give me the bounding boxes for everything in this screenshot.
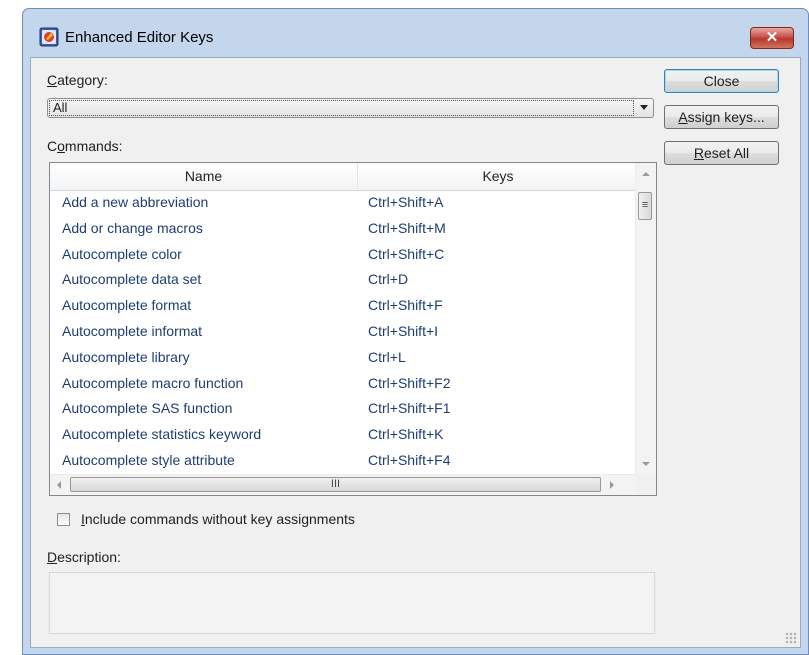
command-name-cell: Autocomplete style attribute bbox=[62, 451, 235, 468]
assign-keys-button[interactable]: Assign keys... bbox=[664, 105, 779, 129]
command-keys-cell: Ctrl+D bbox=[368, 271, 409, 288]
dialog-client: Category: All Close Assign keys... Reset… bbox=[30, 57, 801, 648]
dialog-window: Enhanced Editor Keys ✕ Category: All Clo… bbox=[22, 8, 809, 655]
commands-table[interactable]: Name Keys Add a new abbreviation Ctrl+Shi… bbox=[49, 162, 657, 496]
description-box bbox=[49, 572, 655, 634]
include-commands-checkbox[interactable] bbox=[57, 513, 70, 526]
table-row[interactable]: Autocomplete data set Ctrl+D bbox=[50, 267, 638, 293]
command-keys-cell: Ctrl+Shift+F4 bbox=[368, 451, 451, 468]
scroll-left-icon[interactable] bbox=[57, 481, 61, 489]
category-focus-rect bbox=[49, 100, 634, 116]
description-label: Description: bbox=[47, 549, 121, 565]
close-button[interactable]: Close bbox=[664, 69, 779, 93]
command-name-cell: Add a new abbreviation bbox=[62, 194, 209, 210]
command-name-cell: Autocomplete color bbox=[62, 245, 182, 262]
command-name-cell: Autocomplete data set bbox=[62, 271, 202, 288]
resize-grip-icon[interactable] bbox=[785, 632, 797, 644]
table-row[interactable]: Autocomplete color Ctrl+Shift+C bbox=[50, 242, 638, 268]
reset-all-button[interactable]: Reset All bbox=[664, 141, 779, 165]
scroll-corner bbox=[636, 475, 656, 495]
commands-label: Commands: bbox=[47, 138, 123, 154]
command-name-cell: Autocomplete statistics keyword bbox=[62, 426, 262, 443]
command-keys-cell: Ctrl+Shift+M bbox=[368, 219, 446, 236]
table-row[interactable]: Autocomplete informat Ctrl+Shift+I bbox=[50, 319, 638, 345]
include-commands-label[interactable]: Include commands without key assignments bbox=[81, 511, 355, 527]
column-header-keys[interactable]: Keys bbox=[358, 163, 638, 190]
command-keys-cell: Ctrl+Shift+F1 bbox=[368, 400, 451, 417]
command-keys-cell: Ctrl+Shift+F bbox=[368, 297, 443, 314]
close-window-button[interactable]: ✕ bbox=[750, 27, 794, 49]
scroll-right-icon[interactable] bbox=[610, 481, 614, 489]
category-dropdown[interactable]: All bbox=[47, 98, 654, 118]
vertical-scroll-thumb[interactable]: ≡ bbox=[638, 192, 652, 220]
scroll-down-icon[interactable] bbox=[642, 462, 650, 466]
command-keys-cell: Ctrl+Shift+I bbox=[368, 322, 439, 339]
horizontal-scroll-thumb[interactable]: III bbox=[70, 477, 601, 492]
table-row[interactable]: Add or change macros Ctrl+Shift+M bbox=[50, 216, 638, 242]
chevron-down-icon[interactable] bbox=[640, 105, 648, 110]
table-row[interactable]: Autocomplete statistics keyword Ctrl+Shif… bbox=[50, 422, 638, 448]
command-keys-cell: Ctrl+Shift+F2 bbox=[368, 374, 451, 391]
table-row[interactable]: Autocomplete SAS function Ctrl+Shift+F1 bbox=[50, 396, 638, 422]
command-keys-cell: Ctrl+L bbox=[368, 348, 406, 365]
table-row[interactable]: Add a new abbreviation Ctrl+Shift+A bbox=[50, 190, 638, 216]
app-icon bbox=[39, 27, 59, 47]
command-keys-cell: Ctrl+Shift+C bbox=[368, 245, 445, 262]
window-title: Enhanced Editor Keys bbox=[65, 29, 214, 46]
command-name-cell: Autocomplete SAS function bbox=[62, 400, 233, 417]
command-name-cell: Autocomplete format bbox=[62, 297, 192, 314]
grip-icon: III bbox=[330, 478, 341, 490]
close-icon: ✕ bbox=[765, 29, 779, 46]
command-name-cell: Add or change macros bbox=[62, 219, 203, 236]
command-name-cell: Autocomplete informat bbox=[62, 322, 203, 339]
command-keys-cell: Ctrl+Shift+A bbox=[368, 194, 444, 210]
horizontal-scrollbar[interactable]: III bbox=[50, 474, 638, 495]
table-body: Add a new abbreviation Ctrl+Shift+A Add or… bbox=[50, 190, 638, 474]
category-selected-value: All bbox=[53, 100, 68, 115]
command-name-cell: Autocomplete macro function bbox=[62, 374, 244, 391]
grip-icon: ≡ bbox=[641, 199, 649, 211]
title-bar[interactable]: Enhanced Editor Keys ✕ bbox=[23, 9, 808, 57]
table-row[interactable]: Autocomplete macro function Ctrl+Shift+F2 bbox=[50, 371, 638, 397]
vertical-scrollbar[interactable]: ≡ bbox=[635, 163, 656, 477]
column-header-name[interactable]: Name bbox=[50, 163, 358, 190]
table-row[interactable]: Autocomplete style attribute Ctrl+Shift+F… bbox=[50, 448, 638, 474]
command-name-cell: Autocomplete library bbox=[62, 348, 190, 365]
table-row[interactable]: Autocomplete library Ctrl+L bbox=[50, 345, 638, 371]
table-row[interactable]: Autocomplete format Ctrl+Shift+F bbox=[50, 293, 638, 319]
scroll-up-icon[interactable] bbox=[642, 172, 650, 176]
category-label: Category: bbox=[47, 72, 108, 88]
command-keys-cell: Ctrl+Shift+K bbox=[368, 426, 444, 443]
table-header: Name Keys bbox=[50, 163, 638, 191]
